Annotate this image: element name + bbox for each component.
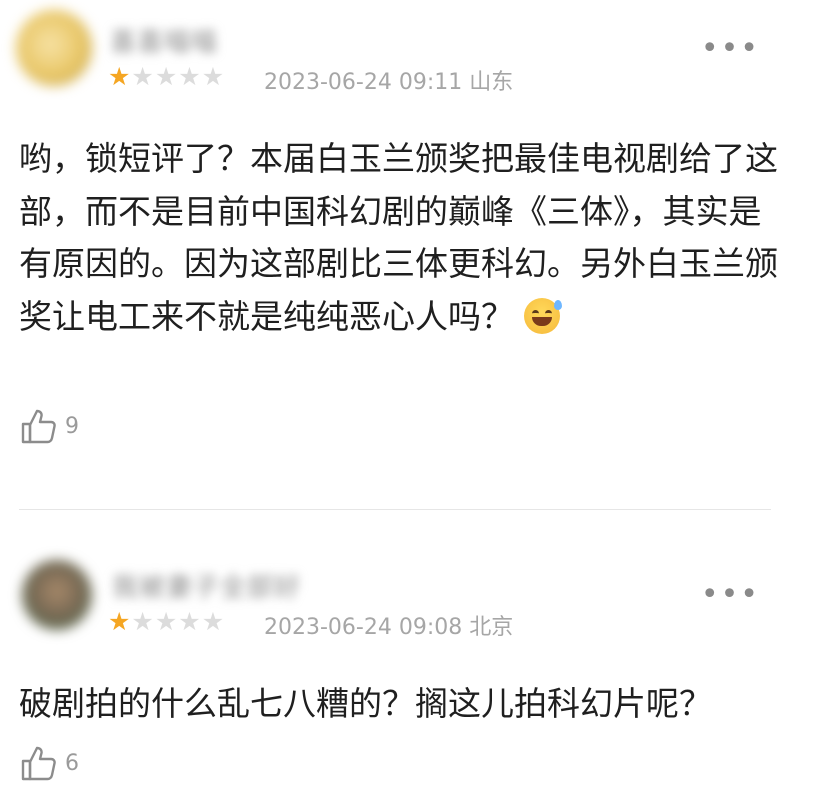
more-dots-icon[interactable]: •••	[701, 34, 760, 64]
like-button[interactable]: 6	[19, 743, 79, 783]
username[interactable]: 喜喜喵喵	[110, 22, 218, 59]
comment-text: 破剧拍的什么乱七八糟的？搁这儿拍科幻片呢？	[19, 684, 712, 723]
grinning-sweat-emoji	[524, 297, 562, 334]
thumbs-up-icon	[21, 409, 56, 444]
username[interactable]: 我被妻子全部好	[112, 567, 301, 604]
star-filled-icon: ★	[108, 62, 131, 91]
star-filled-icon: ★	[108, 607, 131, 636]
avatar[interactable]	[22, 560, 92, 630]
star-empty-icon: ★	[201, 62, 225, 91]
avatar[interactable]	[16, 10, 92, 86]
star-empty-icon: ★	[201, 607, 225, 636]
star-empty-icon: ★	[154, 62, 178, 91]
comment-text: 哟，锁短评了？本届白玉兰颁奖把最佳电视剧给了这部，而不是目前中国科幻剧的巅峰《三…	[19, 133, 789, 343]
thumbs-up-icon	[21, 746, 56, 781]
divider	[19, 509, 771, 510]
rating-stars: ★ ★ ★ ★ ★	[108, 609, 224, 634]
star-empty-icon: ★	[154, 607, 178, 636]
comment-meta: 2023-06-24 09:11 山东	[264, 70, 514, 95]
star-empty-icon: ★	[131, 607, 154, 636]
comment-meta: 2023-06-24 09:08 北京	[264, 615, 514, 640]
comment-text-content: 哟，锁短评了？本届白玉兰颁奖把最佳电视剧给了这部，而不是目前中国科幻剧的巅峰《三…	[19, 139, 778, 336]
like-count: 6	[65, 750, 79, 776]
more-dots-icon[interactable]: •••	[701, 580, 760, 610]
star-empty-icon: ★	[178, 62, 201, 91]
star-empty-icon: ★	[178, 607, 201, 636]
rating-stars: ★ ★ ★ ★ ★	[108, 64, 224, 89]
star-empty-icon: ★	[131, 62, 154, 91]
like-count: 9	[65, 413, 79, 439]
like-button[interactable]: 9	[19, 406, 79, 446]
